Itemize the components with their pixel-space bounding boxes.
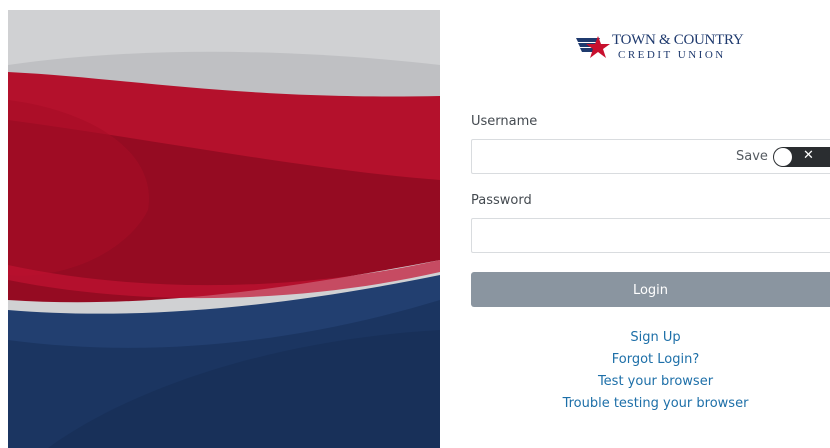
logo-subtitle: CREDIT UNION — [618, 49, 726, 61]
help-links: Sign Up Forgot Login? Test your browser … — [471, 327, 830, 415]
login-button[interactable]: Login — [471, 272, 830, 307]
password-input[interactable] — [480, 219, 724, 254]
flag-star-icon — [576, 36, 610, 58]
save-username-label: Save — [736, 149, 768, 164]
password-label: Password — [471, 193, 532, 208]
sign-up-link[interactable]: Sign Up — [471, 327, 830, 349]
password-field — [471, 218, 830, 254]
logo-title: TOWN & COUNTRY — [612, 32, 744, 48]
credit-union-logo: TOWN & COUNTRY CREDIT UNION — [574, 30, 744, 70]
trouble-testing-browser-link[interactable]: Trouble testing your browser — [471, 393, 830, 415]
close-icon: ✕ — [803, 148, 814, 163]
username-input[interactable] — [480, 140, 724, 175]
username-label: Username — [471, 114, 538, 129]
test-browser-link[interactable]: Test your browser — [471, 371, 830, 393]
toggle-knob — [774, 148, 792, 166]
save-username-toggle[interactable]: ✕ — [773, 147, 830, 167]
hero-banner-image — [8, 10, 440, 448]
login-panel: TOWN & COUNTRY CREDIT UNION Username Sav… — [440, 0, 830, 448]
username-field: Save ✕ — [471, 139, 830, 175]
forgot-login-link[interactable]: Forgot Login? — [471, 349, 830, 371]
